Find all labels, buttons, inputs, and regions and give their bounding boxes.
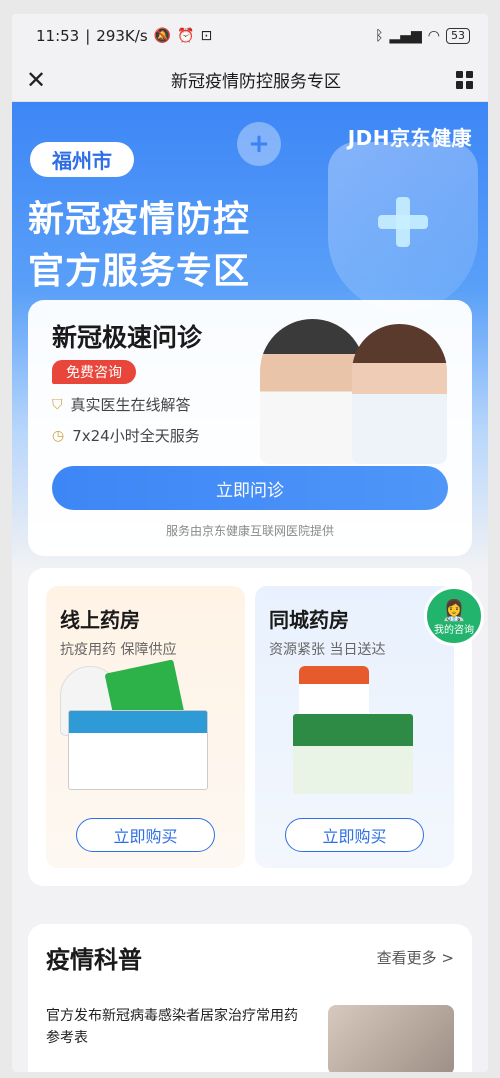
- status-bar: 11:53 | 293K/s 🔕 ⏰ ⊡ ᛒ ▂▄▆ ◠ 53: [12, 14, 488, 58]
- grid-menu-icon[interactable]: [456, 70, 474, 89]
- medicine-image: [269, 666, 440, 806]
- nfc-icon: ⊡: [200, 28, 213, 44]
- news-thumbnail: [328, 1005, 454, 1072]
- alarm-icon: ⏰: [177, 28, 195, 44]
- nav-bar: ✕ 新冠疫情防控服务专区: [12, 58, 488, 102]
- bluetooth-icon: ᛒ: [375, 28, 384, 44]
- shield-icon: [328, 142, 478, 312]
- medical-cross-icon: +: [237, 122, 281, 166]
- free-consult-badge: 免费咨询: [52, 360, 136, 384]
- city-selector[interactable]: 福州市: [30, 142, 134, 177]
- news-section-title: 疫情科普: [46, 946, 142, 974]
- online-buy-button[interactable]: 立即购买: [76, 818, 215, 852]
- wifi-icon: ◠: [427, 28, 440, 44]
- city-buy-button[interactable]: 立即购买: [285, 818, 424, 852]
- news-item[interactable]: 官方发布新冠病毒感染者居家治疗常用药参考表: [46, 1005, 454, 1072]
- my-consult-label: 我的咨询: [434, 625, 474, 636]
- city-pharmacy-tile[interactable]: 同城药房 资源紧张 当日送达 立即购买: [255, 586, 454, 868]
- online-pharmacy-tile[interactable]: 线上药房 抗疫用药 保障供应 立即购买: [46, 586, 245, 868]
- shield-check-icon: ⛉: [52, 396, 63, 413]
- online-pharmacy-title: 线上药房: [60, 608, 140, 632]
- news-card: 疫情科普 查看更多 > 官方发布新冠病毒感染者居家治疗常用药参考表: [28, 924, 472, 1072]
- network-speed: 293K/s: [96, 27, 148, 45]
- close-icon[interactable]: ✕: [26, 68, 56, 92]
- medicine-image: [60, 659, 231, 806]
- signal-icon: ▂▄▆: [389, 28, 422, 44]
- city-pharmacy-title: 同城药房: [269, 608, 349, 632]
- hero-banner: + JDH京东健康 福州市 新冠疫情防控 官方服务专区 新冠极速问诊 免费咨询 …: [12, 102, 488, 572]
- online-pharmacy-subtitle: 抗疫用药 保障供应: [60, 642, 177, 658]
- battery-icon: 53: [446, 28, 470, 44]
- my-consult-button[interactable]: 👩‍⚕️ 我的咨询: [424, 586, 484, 646]
- brand-logo: JDH京东健康: [347, 126, 472, 150]
- consult-card: 新冠极速问诊 免费咨询 ⛉ 真实医生在线解答 ◷ 7x24小时全天服务 立即问诊…: [28, 300, 472, 556]
- doctor-icon: 👩‍⚕️: [441, 598, 467, 622]
- city-pharmacy-subtitle: 资源紧张 当日送达: [269, 642, 386, 658]
- service-note: 服务由京东健康互联网医院提供: [165, 524, 334, 538]
- mute-icon: 🔕: [153, 28, 172, 44]
- hero-title-line1: 新冠疫情防控: [28, 199, 251, 240]
- pharmacy-card: 线上药房 抗疫用药 保障供应 立即购买 同城药房 资源紧张 当日送达 立即购买: [28, 568, 472, 886]
- consult-now-button[interactable]: 立即问诊: [52, 466, 448, 510]
- news-item-title: 官方发布新冠病毒感染者居家治疗常用药参考表: [46, 1008, 298, 1046]
- clock-icon: ◷: [52, 427, 65, 444]
- view-more-link[interactable]: 查看更多 >: [377, 947, 454, 968]
- status-time: 11:53: [36, 27, 80, 45]
- app-frame: 11:53 | 293K/s 🔕 ⏰ ⊡ ᛒ ▂▄▆ ◠ 53 ✕ 新冠疫情防控…: [12, 14, 488, 1072]
- page-title: 新冠疫情防控服务专区: [171, 72, 341, 92]
- doctors-image: [260, 314, 450, 464]
- hero-title-line2: 官方服务专区: [28, 251, 251, 292]
